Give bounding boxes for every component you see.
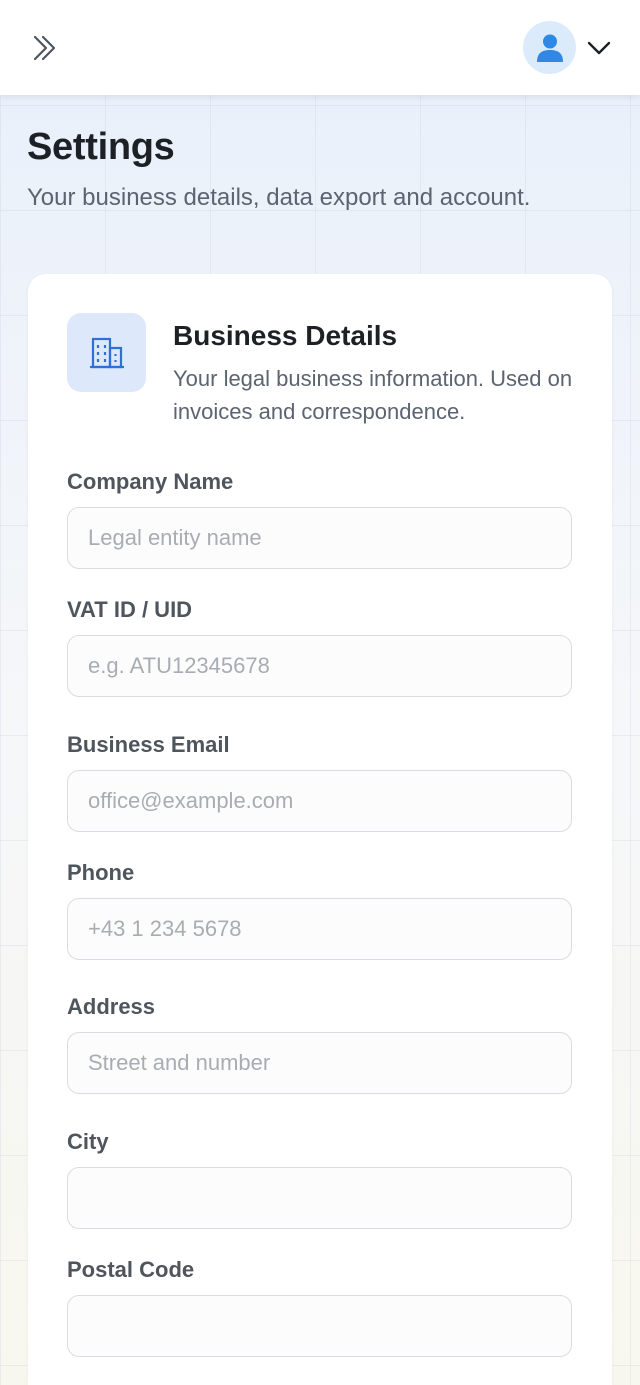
card-description: Your legal business information. Used on… [173, 366, 573, 424]
city-label: City [67, 1129, 109, 1154]
double-chevron-right-icon [33, 35, 56, 61]
avatar [523, 21, 576, 74]
expand-sidebar-button[interactable] [26, 30, 62, 66]
building-icon [89, 337, 124, 368]
postal-code-label: Postal Code [67, 1257, 195, 1282]
business-email-label: Business Email [67, 732, 230, 757]
business-details-card: Business Details Your legal business inf… [28, 274, 612, 1385]
top-bar [0, 0, 640, 95]
card-title: Business Details [173, 320, 398, 351]
company-name-input[interactable] [67, 507, 572, 569]
address-input[interactable] [67, 1032, 572, 1094]
page-title: Settings [27, 126, 175, 168]
vat-id-input[interactable] [67, 635, 572, 697]
city-input[interactable] [67, 1167, 572, 1229]
address-label: Address [67, 994, 156, 1019]
postal-code-input[interactable] [67, 1295, 572, 1357]
card-icon-container [67, 313, 146, 392]
page-subtitle: Your business details, data export and a… [27, 184, 531, 211]
chevron-down-icon [586, 35, 612, 61]
user-menu-button[interactable] [523, 21, 612, 74]
company-name-label: Company Name [67, 469, 234, 494]
business-email-input[interactable] [67, 770, 572, 832]
phone-input[interactable] [67, 898, 572, 960]
phone-label: Phone [67, 860, 135, 885]
user-icon [536, 34, 563, 62]
vat-id-label: VAT ID / UID [67, 597, 193, 622]
